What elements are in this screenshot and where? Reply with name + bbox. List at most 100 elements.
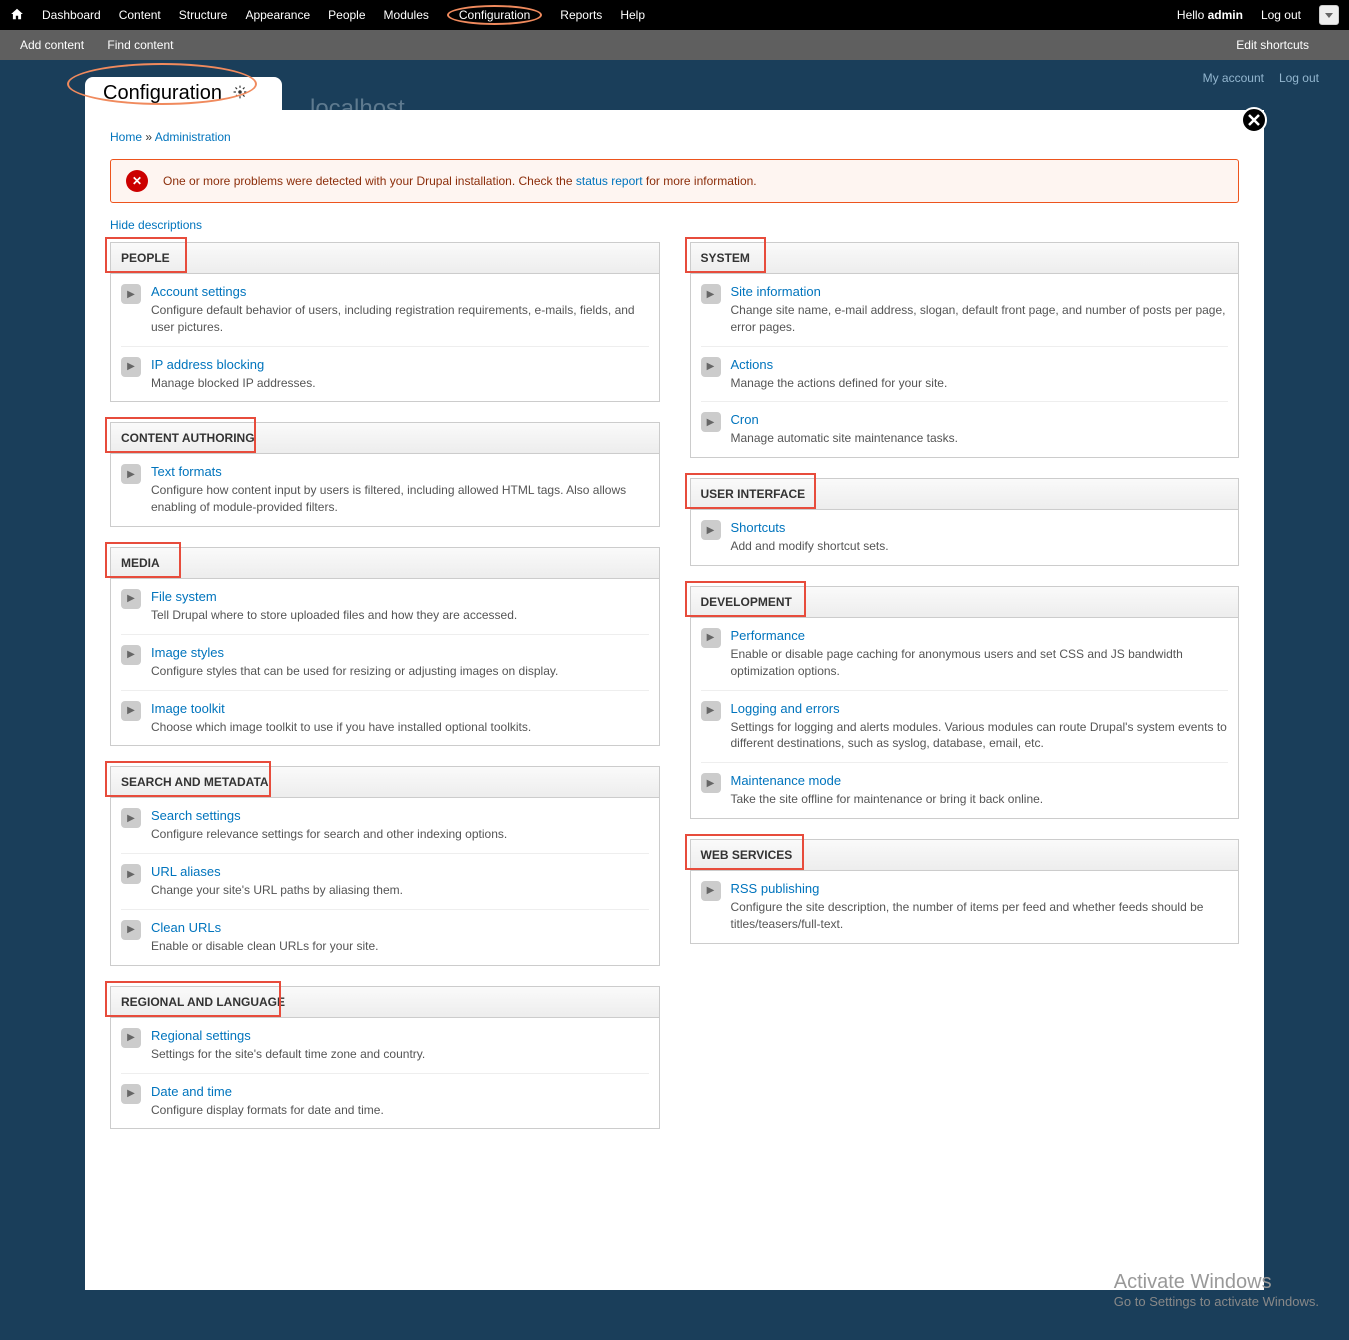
config-desc: Manage blocked IP addresses. [151,375,649,392]
chevron-right-icon: ▶ [701,357,721,377]
config-panel: PEOPLE▶Account settingsConfigure default… [110,242,660,402]
nav-configuration[interactable]: Configuration [447,5,542,25]
page-title: Configuration [103,82,222,104]
config-link[interactable]: Search settings [151,808,241,823]
panel-header: CONTENT AUTHORING [111,423,659,454]
chevron-right-icon: ▶ [121,284,141,304]
config-link[interactable]: Maintenance mode [731,773,842,788]
home-icon [10,7,24,21]
add-content-link[interactable]: Add content [20,38,84,52]
config-item: ▶ Account settings Configure default behav… [121,274,649,347]
close-button[interactable] [1241,107,1267,133]
status-report-link[interactable]: status report [576,174,643,188]
panel-body: ▶ Regional settings Settings for the site'… [111,1018,659,1129]
chevron-right-icon: ▶ [121,701,141,721]
breadcrumb-home[interactable]: Home [110,130,142,144]
config-link[interactable]: Actions [731,357,774,372]
admin-toolbar: Dashboard Content Structure Appearance P… [0,0,1349,30]
overlay-title-tab: Configuration [85,77,282,110]
config-desc: Configure default behavior of users, inc… [151,302,649,336]
overlay-tabs: Configuration [0,77,1349,110]
edit-shortcuts-link[interactable]: Edit shortcuts [1236,38,1309,52]
config-item: ▶ Text formats Configure how content input… [121,454,649,526]
chevron-right-icon: ▶ [121,589,141,609]
config-link[interactable]: Regional settings [151,1028,251,1043]
item-content: Image toolkitChoose which image toolkit … [151,701,649,736]
item-content: ActionsManage the actions defined for yo… [731,357,1229,392]
config-link[interactable]: Cron [731,412,759,427]
nav-reports[interactable]: Reports [560,8,602,22]
status-message: ✕ One or more problems were detected wit… [110,159,1239,203]
config-link[interactable]: RSS publishing [731,881,820,896]
panel-body: ▶RSS publishingConfigure the site descri… [691,871,1239,943]
config-item: ▶ Site informationChange site name, e-mai… [701,274,1229,347]
nav-appearance[interactable]: Appearance [245,8,310,22]
item-content: Performance Enable or disable page cachin… [731,628,1229,680]
toolbar-left: Dashboard Content Structure Appearance P… [10,5,645,25]
config-panel: CONTENT AUTHORING ▶ Text formats Configure … [110,422,660,527]
nav-help[interactable]: Help [620,8,645,22]
config-link[interactable]: Text formats [151,464,222,479]
item-content: Site informationChange site name, e-mail… [731,284,1229,336]
nav-people[interactable]: People [328,8,365,22]
config-link[interactable]: File system [151,589,217,604]
nav-content[interactable]: Content [119,8,161,22]
item-content: URL aliases Change your site's URL paths … [151,864,649,899]
config-link[interactable]: Clean URLs [151,920,221,935]
config-panel: REGIONAL AND LANGUAGE▶Regional settingsS… [110,986,660,1130]
config-desc: Settings for the site's default time zon… [151,1046,649,1063]
config-desc: Configure the site description, the numb… [731,899,1229,933]
breadcrumb-admin[interactable]: Administration [155,130,231,144]
config-panel: MEDIA▶File systemTell Drupal where to st… [110,547,660,746]
config-desc: Configure how content input by users is … [151,482,649,516]
item-content: Logging and errorsSettings for logging a… [731,701,1229,753]
panel-header: DEVELOPMENT [691,587,1239,618]
config-desc: Configure styles that can be used for re… [151,663,649,680]
config-item: ▶URL aliasesChange your site's URL paths… [121,854,649,910]
item-content: IP address blocking Manage blocked IP add… [151,357,649,392]
config-link[interactable]: Logging and errors [731,701,840,716]
config-link[interactable]: Image styles [151,645,224,660]
config-link[interactable]: Image toolkit [151,701,225,716]
config-item: ▶RSS publishingConfigure the site descri… [701,871,1229,943]
config-link[interactable]: Performance [731,628,805,643]
right-column: SYSTEM ▶ Site informationChange site name,… [690,242,1240,1149]
error-icon: ✕ [126,170,148,192]
toolbar-dropdown[interactable] [1319,5,1339,25]
item-content: Shortcuts Add and modify shortcut sets. [731,520,1229,555]
item-content: Text formats Configure how content input … [151,464,649,516]
config-item: ▶ ActionsManage the actions defined for y… [701,347,1229,403]
config-desc: Take the site offline for maintenance or… [731,791,1229,808]
config-desc: Change your site's URL paths by aliasing… [151,882,649,899]
config-link[interactable]: Account settings [151,284,246,299]
config-link[interactable]: Shortcuts [731,520,786,535]
panel-body: ▶Search settingsConfigure relevance sett… [111,798,659,964]
nav-modules[interactable]: Modules [384,8,429,22]
nav-structure[interactable]: Structure [179,8,228,22]
chevron-right-icon: ▶ [121,464,141,484]
panel-header: MEDIA [111,548,659,579]
panel-body: ▶File systemTell Drupal where to store u… [111,579,659,745]
home-link[interactable] [10,7,24,24]
config-link[interactable]: Date and time [151,1084,232,1099]
config-link[interactable]: IP address blocking [151,357,264,372]
find-content-link[interactable]: Find content [107,38,173,52]
page-wrap: localhost Configuration Home » Administr… [0,77,1349,1340]
item-content: Maintenance mode Take the site offline fo… [731,773,1229,808]
logout-link[interactable]: Log out [1261,8,1301,22]
nav-dashboard[interactable]: Dashboard [42,8,101,22]
config-item: ▶ShortcutsAdd and modify shortcut sets. [701,510,1229,565]
config-link[interactable]: URL aliases [151,864,221,879]
config-item: ▶File systemTell Drupal where to store u… [121,579,649,635]
chevron-right-icon: ▶ [121,1028,141,1048]
chevron-right-icon: ▶ [701,701,721,721]
item-content: Image styles Configure styles that can be… [151,645,649,680]
config-desc: Add and modify shortcut sets. [731,538,1229,555]
chevron-right-icon: ▶ [701,284,721,304]
hide-descriptions-link[interactable]: Hide descriptions [110,218,202,232]
config-desc: Enable or disable page caching for anony… [731,646,1229,680]
hello-text: Hello admin [1177,8,1243,22]
panel-header: SYSTEM [691,243,1239,274]
item-content: CronManage automatic site maintenance ta… [731,412,1229,447]
config-link[interactable]: Site information [731,284,821,299]
